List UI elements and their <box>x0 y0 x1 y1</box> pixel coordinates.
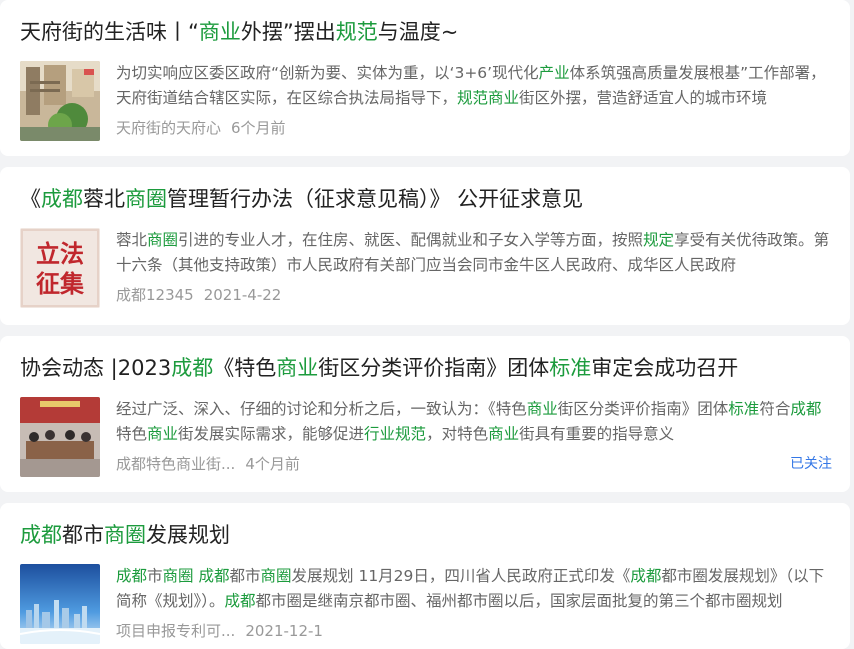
keyword-highlight: 商业 <box>526 400 558 418</box>
article-card[interactable]: 《成都蓉北商圈管理暂行办法（征求意见稿）》 公开征求意见 立法 征集 蓉北商圈引… <box>0 167 850 325</box>
text-segment: ，对特色 <box>426 425 489 443</box>
meeting-photo-icon <box>20 397 100 477</box>
text-segment: 外摆”摆出 <box>240 20 336 44</box>
keyword-highlight: 标准 <box>728 400 760 418</box>
article-card[interactable]: 天府街的生活味丨“商业外摆”摆出规范与温度~ 为切实响应区委区政府“创新为要、实… <box>0 0 850 156</box>
keyword-highlight: 成都 <box>790 400 822 418</box>
text-segment: 蓉北 <box>83 187 125 211</box>
article-source[interactable]: 成都特色商业街... <box>116 454 235 474</box>
text-segment: 街发展实际需求，能够促进 <box>178 425 365 443</box>
article-thumbnail[interactable] <box>20 397 100 477</box>
legislation-badge-icon: 立法 征集 <box>20 228 100 308</box>
article-title[interactable]: 《成都蓉北商圈管理暂行办法（征求意见稿）》 公开征求意见 <box>20 167 832 214</box>
keyword-highlight: 商业 <box>488 425 520 443</box>
keyword-highlight: 规范商业 <box>457 89 520 107</box>
text-segment: 市 <box>147 567 163 585</box>
text-segment: 发展规划 <box>146 523 230 547</box>
keyword-highlight: 成都 <box>198 567 230 585</box>
article-source[interactable]: 成都12345 <box>116 285 194 305</box>
text-segment: 都市 <box>229 567 261 585</box>
text-segment: 街区分类评价指南》团体 <box>557 400 729 418</box>
keyword-highlight: 行业规范 <box>364 425 427 443</box>
keyword-highlight: 成都 <box>224 592 256 610</box>
keyword-highlight: 成都 <box>41 187 83 211</box>
keyword-highlight: 商业 <box>198 20 241 44</box>
article-title[interactable]: 成都都市商圈发展规划 <box>20 503 832 550</box>
text-segment: 管理暂行办法（征求意见稿）》 公开征求意见 <box>167 187 584 211</box>
text-segment: 与温度~ <box>377 20 459 44</box>
keyword-highlight: 商圈 <box>125 187 167 211</box>
article-snippet: 蓉北商圈引进的专业人才，在住房、就医、配偶就业和子女入学等方面，按照规定享受有关… <box>116 228 832 278</box>
text-segment: 街区分类评价指南》团体 <box>318 356 550 380</box>
keyword-highlight: 成都 <box>630 567 662 585</box>
keyword-highlight: 商圈 <box>147 231 179 249</box>
text-segment: 《 <box>20 187 41 211</box>
article-title[interactable]: 协会动态 |2023成都《特色商业街区分类评价指南》团体标准审定会成功召开 <box>20 336 832 383</box>
keyword-highlight: 规范 <box>335 20 378 44</box>
text-segment: 符合 <box>759 400 791 418</box>
article-snippet: 成都市商圈 成都都市商圈发展规划 11月29日，四川省人民政府正式印发《成都都市… <box>116 564 832 614</box>
article-title[interactable]: 天府街的生活味丨“商业外摆”摆出规范与温度~ <box>20 0 832 47</box>
text-segment: 经过广泛、深入、仔细的讨论和分析之后，一致认为：《特色 <box>116 400 527 418</box>
thumbnail-text-line: 立法 <box>36 240 84 268</box>
text-segment: 天府街的生活味丨“ <box>20 20 199 44</box>
text-segment: 街区外摆，营造舒适宜人的城市环境 <box>519 89 768 107</box>
article-snippet: 经过广泛、深入、仔细的讨论和分析之后，一致认为：《特色商业街区分类评价指南》团体… <box>116 397 832 447</box>
text-segment: 《特色 <box>213 356 277 380</box>
article-source[interactable]: 项目申报专利可... <box>116 621 235 641</box>
street-photo-icon <box>20 61 100 141</box>
article-time: 6个月前 <box>231 119 286 137</box>
keyword-highlight: 规定 <box>643 231 675 249</box>
article-thumbnail[interactable] <box>20 61 100 141</box>
keyword-highlight: 成都 <box>171 356 214 380</box>
thumbnail-text-line: 征集 <box>36 270 85 298</box>
article-time: 4个月前 <box>245 455 300 473</box>
keyword-highlight: 商圈 <box>260 567 292 585</box>
article-source[interactable]: 天府街的天府心 <box>116 118 221 138</box>
news-feed: 天府街的生活味丨“商业外摆”摆出规范与温度~ 为切实响应区委区政府“创新为要、实… <box>0 0 854 649</box>
followed-button[interactable]: 已关注 <box>790 454 832 474</box>
keyword-highlight: 商业 <box>147 425 179 443</box>
text-segment: 街具有重要的指导意义 <box>519 425 675 443</box>
keyword-highlight: 成都 <box>20 523 62 547</box>
text-segment: 引进的专业人才，在住房、就医、配偶就业和子女入学等方面，按照 <box>178 231 644 249</box>
text-segment: 为切实响应区委区政府“创新为要、实体为重，以‘3+6’现代化 <box>116 64 539 82</box>
city-skyline-icon <box>20 564 100 644</box>
article-time: 2021-12-1 <box>245 622 323 640</box>
article-time: 2021-4-22 <box>203 286 282 304</box>
keyword-highlight: 商圈 <box>104 523 146 547</box>
keyword-highlight: 商业 <box>276 356 319 380</box>
text-segment: 都市 <box>62 523 104 547</box>
text-segment: 审定会成功召开 <box>591 356 739 380</box>
text-segment: 特色 <box>116 425 148 443</box>
text-segment: 发展规划 11月29日，四川省人民政府正式印发《 <box>291 567 631 585</box>
article-snippet: 为切实响应区委区政府“创新为要、实体为重，以‘3+6’现代化产业体系筑强高质量发… <box>116 61 832 111</box>
article-card[interactable]: 协会动态 |2023成都《特色商业街区分类评价指南》团体标准审定会成功召开 经过… <box>0 336 850 492</box>
keyword-highlight: 成都 <box>116 567 148 585</box>
keyword-highlight: 商圈 <box>162 567 194 585</box>
keyword-highlight: 标准 <box>549 356 592 380</box>
text-segment: 蓉北 <box>116 231 148 249</box>
keyword-highlight: 产业 <box>538 64 570 82</box>
text-segment: 都市圈是继南京都市圈、福州都市圈以后，国家层面批复的第三个都市圈规划 <box>255 592 783 610</box>
text-segment: 协会动态 |2023 <box>20 356 172 380</box>
article-thumbnail[interactable]: 立法 征集 <box>20 228 100 308</box>
article-thumbnail[interactable] <box>20 564 100 644</box>
article-card[interactable]: 成都都市商圈发展规划 成都市商圈 成都都市商圈发展规划 11月29日，四川省人民… <box>0 503 850 649</box>
